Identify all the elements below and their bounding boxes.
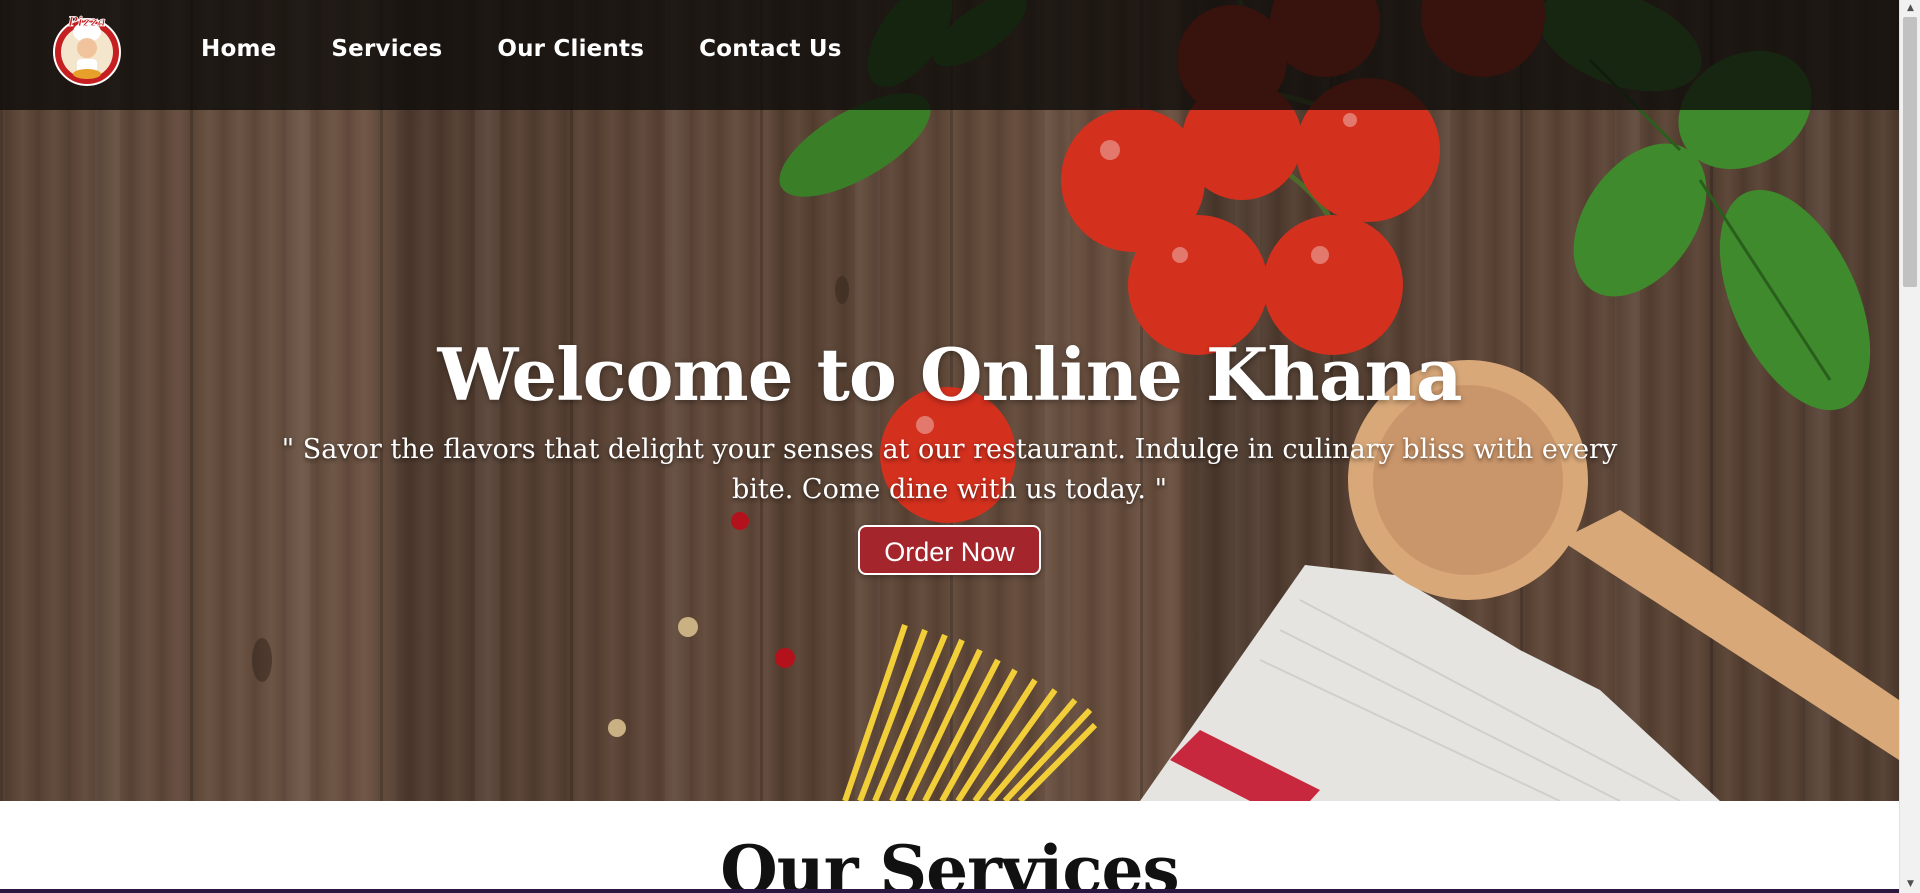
page: Pizza Home Services Our Clients Contact … (0, 0, 1899, 893)
browser-viewport: Pizza Home Services Our Clients Contact … (0, 0, 1920, 893)
nav-link-contact-us[interactable]: Contact Us (699, 36, 842, 62)
nav-link-home[interactable]: Home (201, 36, 276, 62)
scroll-down-arrow-icon[interactable]: ▼ (1900, 876, 1920, 893)
vertical-scrollbar[interactable]: ▲ ▼ (1899, 0, 1920, 893)
nav-item-our-clients: Our Clients (497, 36, 644, 62)
hero-tagline: " Savor the flavors that delight your se… (281, 434, 1618, 505)
scrollbar-thumb[interactable] (1903, 17, 1917, 287)
nav-item-services: Services (331, 36, 442, 62)
page-bottom-edge (0, 889, 1899, 893)
pizza-chef-logo-icon[interactable]: Pizza (50, 12, 124, 88)
hero-section: Pizza Home Services Our Clients Contact … (0, 0, 1899, 801)
services-heading: Our Services (720, 831, 1179, 893)
order-now-button[interactable]: Order Now (858, 525, 1041, 575)
nav-item-home: Home (201, 36, 276, 62)
hero-title: Welcome to Online Khana (437, 332, 1463, 417)
nav-link-services[interactable]: Services (331, 36, 442, 62)
scroll-up-arrow-icon[interactable]: ▲ (1900, 0, 1920, 17)
nav-item-contact-us: Contact Us (699, 36, 842, 62)
svg-text:Pizza: Pizza (67, 15, 106, 30)
nav-menu: Home Services Our Clients Contact Us (201, 36, 842, 62)
hero-content: Welcome to Online Khana " Savor the flav… (0, 330, 1899, 575)
top-navbar: Pizza Home Services Our Clients Contact … (0, 0, 1899, 110)
nav-link-our-clients[interactable]: Our Clients (497, 36, 644, 62)
